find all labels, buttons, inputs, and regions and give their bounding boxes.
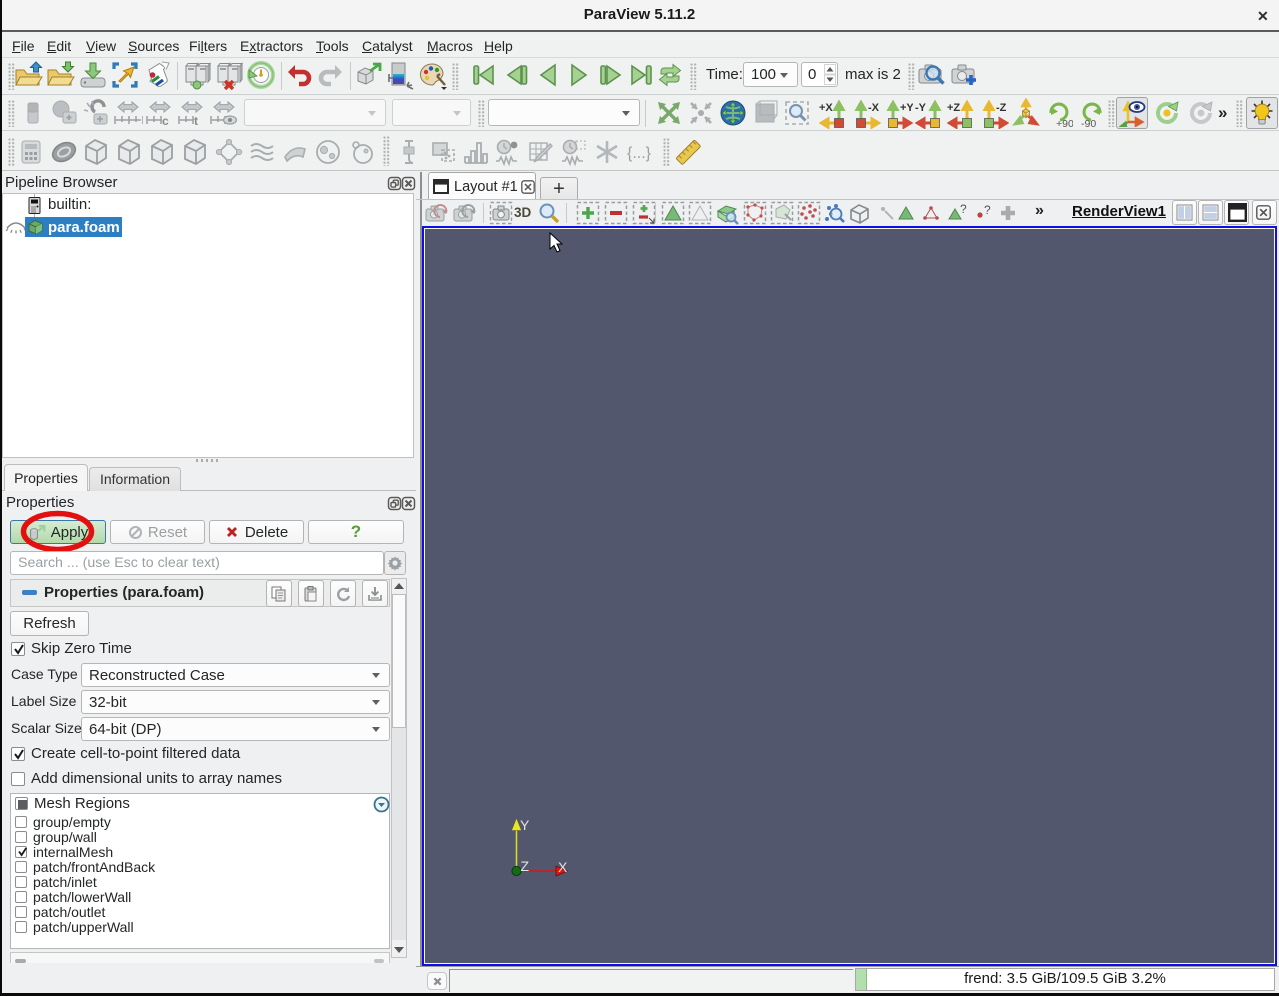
svg-text:?: ? (960, 202, 967, 216)
svg-text:?: ? (984, 203, 991, 217)
svg-text:-X: -X (868, 102, 880, 114)
svg-text:c: c (162, 114, 169, 128)
svg-text:+Y: +Y (900, 102, 913, 114)
svg-text:Y: Y (520, 817, 530, 833)
svg-text:Z: Z (521, 858, 530, 874)
svg-text:-Y: -Y (915, 102, 927, 114)
svg-text:X: X (558, 859, 568, 875)
svg-text:+X: +X (819, 102, 833, 114)
svg-text:-90: -90 (1081, 118, 1096, 128)
svg-text:t: t (194, 114, 198, 128)
svg-text:+Z: +Z (947, 102, 960, 114)
svg-text:-Z: -Z (996, 102, 1007, 114)
svg-text:+90: +90 (1056, 118, 1073, 128)
svg-text:{...}: {...} (627, 145, 652, 162)
